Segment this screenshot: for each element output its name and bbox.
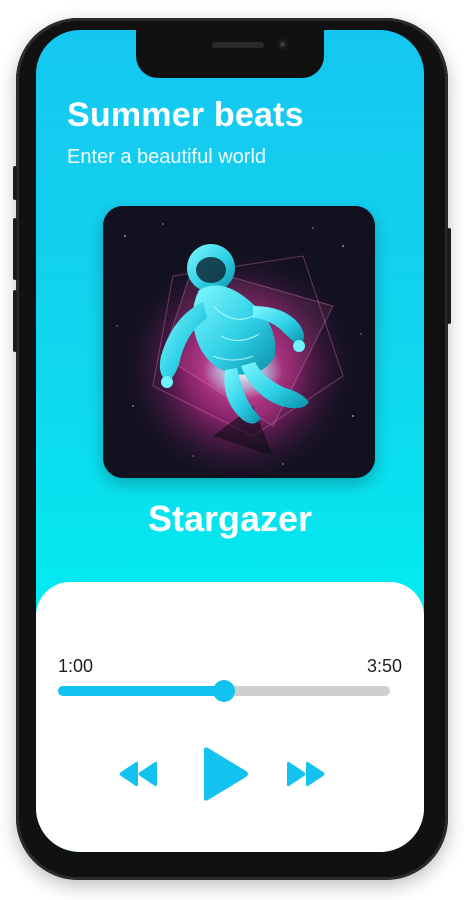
album-art[interactable] — [103, 206, 375, 478]
song-title: Stargazer — [147, 498, 313, 539]
volume-up-button — [13, 218, 17, 280]
astronaut-artwork — [103, 206, 375, 478]
front-camera — [277, 39, 288, 50]
progress-slider[interactable] — [58, 680, 390, 702]
fast-forward-button[interactable] — [286, 760, 326, 788]
rewind-icon — [119, 761, 157, 787]
app-title: Summer beats — [67, 96, 304, 134]
fast-forward-icon — [287, 761, 325, 787]
play-button[interactable] — [200, 746, 250, 802]
rewind-button[interactable] — [118, 760, 158, 788]
playback-controls — [36, 742, 424, 806]
speaker-grille — [212, 42, 264, 48]
progress-thumb[interactable] — [213, 680, 235, 702]
silent-switch — [13, 166, 17, 200]
progress-fill — [58, 686, 224, 696]
phone-screen: Summer beats Enter a beautiful world Sta… — [36, 30, 424, 852]
play-icon — [204, 747, 248, 801]
phone-mockup: Summer beats Enter a beautiful world Sta… — [0, 0, 464, 900]
total-time: 3:50 — [366, 656, 402, 676]
player-panel: 1:00 3:50 — [36, 582, 424, 852]
app-subtitle: Enter a beautiful world — [67, 146, 267, 168]
elapsed-time: 1:00 — [58, 656, 94, 676]
notch — [136, 30, 324, 78]
volume-down-button — [13, 290, 17, 352]
power-button — [447, 228, 451, 324]
